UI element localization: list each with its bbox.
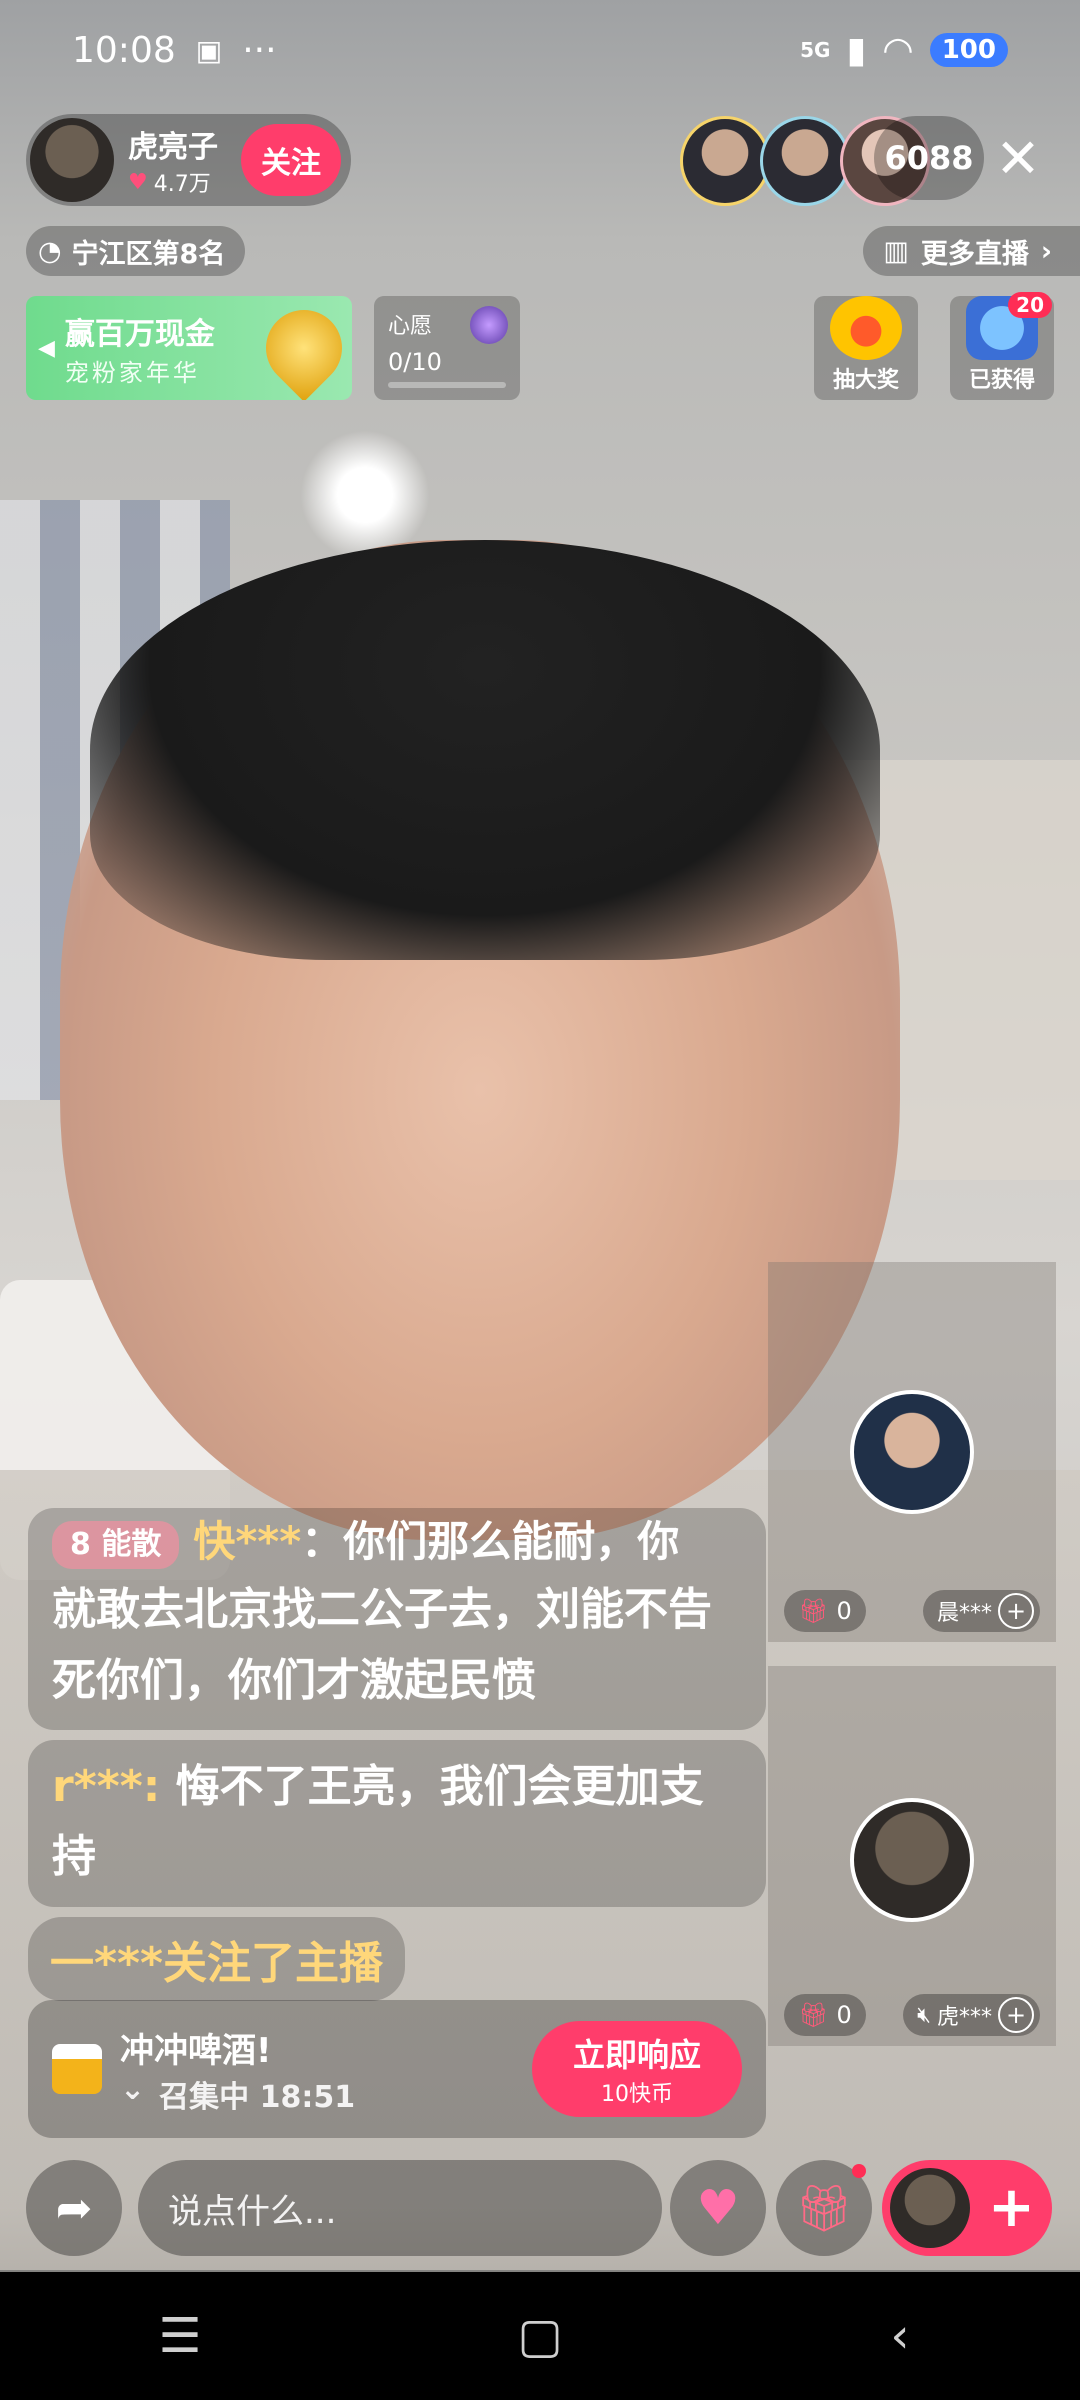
respond-price: 10快币 <box>601 2082 673 2107</box>
plus-icon: + <box>988 2175 1035 2240</box>
more-live-button[interactable]: ▥ 更多直播 › <box>863 226 1080 276</box>
lottery-button[interactable]: 抽大奖 <box>814 296 918 400</box>
guest-gift-counter[interactable]: 🎁︎ 0 <box>784 1994 866 2036</box>
chevron-right-icon: › <box>1040 235 1052 267</box>
viewer-count[interactable]: 6088 <box>874 116 984 200</box>
comment-placeholder: 说点什么... <box>168 2191 337 2232</box>
viewer-avatar[interactable] <box>760 116 850 206</box>
heart-gem-icon <box>250 296 352 400</box>
guest-avatar[interactable] <box>850 1390 974 1514</box>
obtained-label: 已获得 <box>968 368 1035 393</box>
promo-title: 赢百万现金 <box>64 316 215 352</box>
notification-dot <box>852 2164 866 2178</box>
obtained-badge: 20 <box>1008 292 1052 318</box>
guest-name-chip[interactable]: 🔇︎ 虎*** + <box>903 1994 1040 2036</box>
chat-message[interactable]: 8 能散 快***：你们那么能耐，你 就敢去北京找二公子去，刘能不告死你们，你们才… <box>28 1508 766 1730</box>
guest-avatar[interactable] <box>850 1798 974 1922</box>
guest-panel[interactable]: 🎁︎ 0 晨*** + <box>768 1262 1056 1642</box>
respond-now-button[interactable]: 立即响应 10快币 <box>532 2021 742 2117</box>
host-likes: ♥ 4.7万 <box>128 166 218 198</box>
carrier-icon: ▣ <box>195 33 223 67</box>
group-task-card[interactable]: 冲冲啤酒! ⌄ 召集中 18:51 立即响应 10快币 <box>28 2000 766 2138</box>
wifi-icon: ◠ <box>882 29 914 71</box>
lottery-label: 抽大奖 <box>832 368 899 393</box>
follow-button[interactable]: 关注 <box>241 124 341 196</box>
chat-text-top: ：你们那么能耐，你 <box>301 1517 680 1566</box>
guest-gift-count: 0 <box>836 2001 852 2029</box>
menu-icon[interactable]: ☰ <box>120 2308 240 2364</box>
plus-icon[interactable]: + <box>998 1997 1034 2033</box>
signal-icon: ▮ <box>846 29 867 71</box>
viewer-avatar[interactable] <box>680 116 770 206</box>
gift-button[interactable]: 🎁︎ <box>776 2160 872 2256</box>
like-heart-button[interactable]: ♥ <box>670 2160 766 2256</box>
wish-gift-icon <box>470 306 508 344</box>
join-mic-button[interactable]: + <box>882 2160 1052 2256</box>
host-name: 虎亮子 <box>128 130 218 165</box>
bar-chart-icon: ▥ <box>883 235 909 267</box>
comment-input[interactable]: 说点什么... <box>138 2160 662 2256</box>
ceiling-light <box>300 430 430 560</box>
chat-text: 就敢去北京找二公子去，刘能不告死你们，你们才激起民愤 <box>52 1584 712 1706</box>
rank-label: 宁江区第8名 <box>71 238 226 270</box>
location-rank-badge[interactable]: ◔ 宁江区第8名 <box>26 226 246 276</box>
bottom-toolbar: ➦ 说点什么... ♥ 🎁︎ + <box>0 2160 1080 2256</box>
muted-speaker-icon: 🔇︎ <box>917 2002 931 2028</box>
obtained-rewards-button[interactable]: 已获得 20 <box>950 292 1054 400</box>
wish-count: 0/10 <box>388 348 442 376</box>
beer-icon <box>52 2044 102 2094</box>
gift-icon: 🎁︎ <box>798 1597 829 1625</box>
user-level-badge: 8 能散 <box>52 1520 180 1569</box>
network-label: 5G <box>800 38 831 62</box>
guest-name: 晨*** <box>936 1601 992 1626</box>
host-avatar <box>890 2168 970 2248</box>
task-status: 召集中 18:51 <box>159 2079 356 2115</box>
system-nav-bar: ☰ ▢ ‹ <box>0 2272 1080 2400</box>
streamer-hair <box>90 540 880 960</box>
gift-icon: 🎁︎ <box>794 2180 854 2235</box>
guest-panel[interactable]: 🎁︎ 0 🔇︎ 虎*** + <box>768 1666 1056 2046</box>
chat-message[interactable]: r***: 悔不了王亮，我们会更加支持 <box>28 1739 766 1907</box>
promo-banner[interactable]: ◀ 赢百万现金 宠粉家年华 <box>26 296 352 400</box>
chat-message-header: 8 能散 快***：你们那么能耐，你 <box>52 1508 742 1575</box>
follow-notification: 一***关注了主播 <box>28 1916 406 2001</box>
host-avatar[interactable] <box>30 118 114 202</box>
wish-progress-bar <box>388 382 506 388</box>
host-likes-count: 4.7万 <box>153 172 211 197</box>
promo-subtitle: 宠粉家年华 <box>64 358 200 387</box>
guest-name-chip[interactable]: 晨*** + <box>922 1590 1040 1632</box>
status-time: 10:08 <box>72 29 176 71</box>
more-notifications-icon: ··· <box>242 29 277 71</box>
status-bar: 10:08 ▣ ··· 5G ▮ ◠ 100 <box>0 0 1080 100</box>
share-icon[interactable]: ➦ <box>26 2160 122 2256</box>
task-title: 冲冲啤酒! <box>120 2030 272 2071</box>
home-icon[interactable]: ▢ <box>480 2308 600 2364</box>
heart-icon: ♥ <box>128 169 148 195</box>
wish-widget[interactable]: 心愿 0/10 <box>374 296 520 400</box>
gift-icon: 🎁︎ <box>798 2001 829 2029</box>
guest-name: 虎*** <box>936 2005 992 2030</box>
close-icon[interactable]: ✕ <box>986 126 1050 190</box>
back-icon[interactable]: ‹ <box>840 2308 960 2364</box>
lottery-icon <box>830 296 902 360</box>
more-live-label: 更多直播 <box>920 238 1029 270</box>
clock-icon: ◔ <box>38 235 62 267</box>
guest-gift-count: 0 <box>836 1597 852 1625</box>
chat-messages[interactable]: 8 能散 快***：你们那么能耐，你 就敢去北京找二公子去，刘能不告死你们，你们才… <box>28 1508 766 2001</box>
guest-gift-counter[interactable]: 🎁︎ 0 <box>784 1590 866 1632</box>
chat-username: 快*** <box>193 1517 302 1566</box>
respond-label: 立即响应 <box>572 2036 701 2074</box>
caret-left-icon[interactable]: ◀ <box>38 336 55 361</box>
plus-icon[interactable]: + <box>998 1593 1034 1629</box>
heart-icon: ♥ <box>696 2180 740 2236</box>
battery-indicator: 100 <box>929 33 1008 67</box>
chat-username: r***: <box>52 1760 161 1812</box>
chevron-down-icon[interactable]: ⌄ <box>120 2072 145 2116</box>
host-info-bar[interactable]: 虎亮子 ♥ 4.7万 关注 <box>26 114 351 206</box>
